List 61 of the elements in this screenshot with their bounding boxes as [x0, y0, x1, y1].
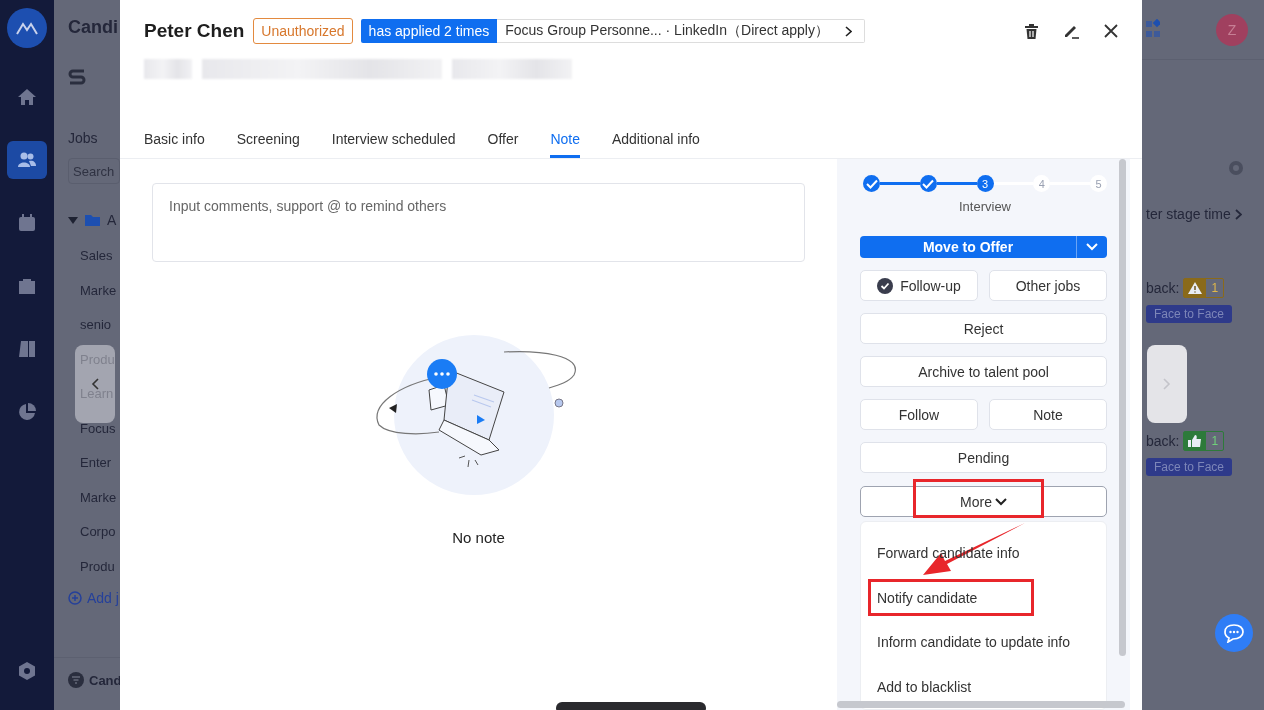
- step-connector: [880, 182, 920, 185]
- chevron-right-icon: [1163, 378, 1171, 390]
- step-connector: [936, 182, 977, 185]
- chevron-down-icon: [994, 497, 1007, 506]
- primary-split-button[interactable]: Move to Offer: [860, 236, 1107, 258]
- feedback-badge: 1: [1183, 431, 1225, 451]
- empty-message: No note: [452, 529, 505, 546]
- folder-icon: [85, 214, 100, 226]
- scrollbar[interactable]: [1119, 159, 1126, 656]
- stage-label: Interview: [958, 199, 1012, 214]
- redacted-text: [144, 59, 192, 79]
- check-circle-icon: [877, 277, 894, 294]
- page-title: Candi: [68, 17, 119, 38]
- interview-tag: Face to Face: [1146, 458, 1233, 476]
- application-source[interactable]: Focus Group Personne... · LinkedIn（Direct apply）: [497, 19, 865, 43]
- tab[interactable]: Offer: [487, 131, 519, 158]
- menu-item[interactable]: Inform candidate to update info: [877, 634, 1071, 651]
- tab[interactable]: Interview scheduled: [331, 131, 456, 158]
- interview-tag: Face to Face: [1146, 305, 1233, 323]
- candidates-label: Cand: [89, 672, 120, 688]
- action-button[interactable]: Other jobs: [989, 270, 1107, 301]
- tab[interactable]: Basic info: [144, 131, 205, 158]
- feedback-badge: 1: [1183, 278, 1225, 298]
- people-icon[interactable]: [7, 141, 47, 179]
- tab[interactable]: Additional info: [611, 131, 700, 158]
- applied-count-tag: has applied 2 times: [360, 19, 498, 43]
- filter-icon: [68, 672, 84, 688]
- tab[interactable]: Note: [550, 131, 580, 158]
- close-icon[interactable]: [1104, 24, 1118, 38]
- action-button[interactable]: Reject: [860, 313, 1107, 344]
- more-button[interactable]: More: [860, 486, 1107, 517]
- chevron-right-icon: [1234, 208, 1242, 220]
- action-button[interactable]: Follow: [860, 399, 978, 430]
- chevron-icon: [844, 25, 852, 37]
- menu-item[interactable]: Notify candidate: [877, 589, 978, 606]
- chat-icon: [1223, 623, 1245, 643]
- edit-icon[interactable]: [1063, 23, 1080, 39]
- step-marker: 3: [976, 175, 994, 192]
- jobs-label: Jobs: [68, 130, 99, 146]
- s-logo-icon: [68, 69, 86, 85]
- action-button[interactable]: Follow-up: [860, 270, 978, 301]
- previous-button[interactable]: [75, 345, 115, 423]
- add-icon: [68, 591, 82, 605]
- action-button[interactable]: Pending: [860, 442, 1107, 473]
- caret-icon[interactable]: [68, 216, 78, 224]
- logo-icon: [7, 8, 47, 48]
- tab[interactable]: Screening: [236, 131, 300, 158]
- chevron-left-icon: [91, 378, 99, 390]
- feedback-label: back:: [1146, 433, 1180, 449]
- status-tag: Unauthorized: [253, 18, 353, 44]
- action-button[interactable]: Note: [989, 399, 1107, 430]
- action-button[interactable]: Archive to talent pool: [860, 356, 1107, 387]
- step-marker: 5: [1090, 175, 1107, 192]
- delete-icon[interactable]: [1024, 23, 1039, 39]
- feedback-label: back:: [1146, 280, 1180, 296]
- comment-field[interactable]: Input comments, support @ to remind others: [152, 183, 805, 262]
- chat-button[interactable]: [1215, 614, 1253, 652]
- candidate-name: Peter Chen: [144, 20, 245, 42]
- step-marker: 4: [1033, 175, 1051, 192]
- scrollbar[interactable]: [837, 701, 1125, 708]
- menu-item[interactable]: Add to blacklist: [877, 678, 972, 695]
